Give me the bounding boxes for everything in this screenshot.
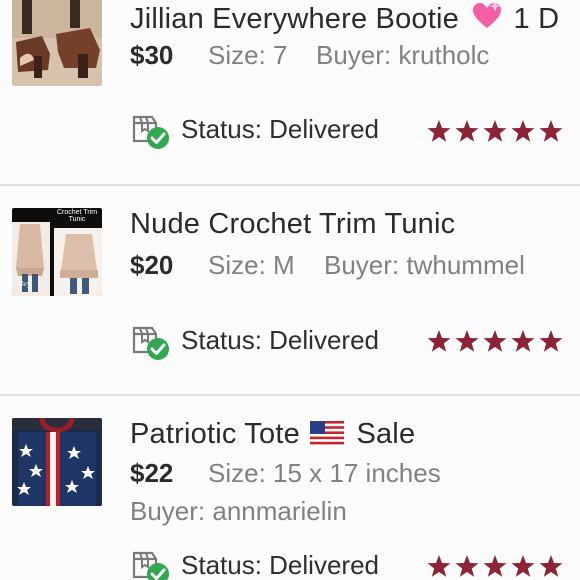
status-text: Status: Delivered <box>181 549 379 580</box>
star-icon <box>455 330 479 352</box>
listing-buyer: Buyer: krutholc <box>316 40 490 70</box>
listing-thumbnail-bootie[interactable] <box>12 0 102 86</box>
star-icon <box>483 555 507 577</box>
listing-buyer: Buyer: annmarielin <box>130 496 347 526</box>
star-icon <box>455 120 479 142</box>
delivered-package-icon <box>132 551 169 580</box>
listing-row[interactable]: Patriotic Tote Sale $22 Size: 15 x 17 in… <box>0 394 580 580</box>
listing-buyer: Buyer: twhummel <box>324 250 525 280</box>
svg-text:Hey: Hey <box>17 281 31 288</box>
listing-thumbnail-tote[interactable] <box>12 418 102 506</box>
status-text: Status: Delivered <box>181 324 379 355</box>
star-icon <box>455 555 479 577</box>
sold-listings: Jillian Everywhere Bootie 1 D $30 Size: … <box>0 0 580 580</box>
star-icon <box>483 330 507 352</box>
order-status: Status: Delivered <box>130 320 379 360</box>
listing-title[interactable]: Nude Crochet Trim Tunic <box>130 208 455 241</box>
star-icon <box>427 555 451 577</box>
star-icon <box>539 330 563 352</box>
order-status: Status: Delivered <box>130 109 379 149</box>
star-icon <box>539 120 563 142</box>
star-icon <box>511 330 535 352</box>
listing-row[interactable]: Hey Crochet Trim Tunic Nude Crochet Trim… <box>0 184 580 396</box>
heart-emoji-icon <box>473 1 502 28</box>
status-text: Status: Delivered <box>181 113 379 144</box>
order-status: Status: Delivered <box>130 545 379 580</box>
star-icon <box>483 120 507 142</box>
delivered-package-icon <box>132 115 169 149</box>
listing-row[interactable]: Jillian Everywhere Bootie 1 D $30 Size: … <box>0 0 580 186</box>
delivered-package-icon <box>132 326 169 360</box>
thumbnail-caption: Crochet Trim Tunic <box>56 209 98 223</box>
star-icon <box>511 120 535 142</box>
listing-price: $22 <box>130 458 174 488</box>
listing-size: Size: 15 x 17 inches <box>208 458 441 488</box>
us-flag-emoji-icon <box>310 421 345 445</box>
star-icon <box>539 555 563 577</box>
rating-stars <box>427 554 563 578</box>
listing-price: $20 <box>130 250 174 280</box>
listing-title[interactable]: Jillian Everywhere Bootie 1 D <box>130 0 559 36</box>
rating-stars <box>427 119 563 143</box>
star-icon <box>511 555 535 577</box>
tote-photo-icon <box>12 418 102 506</box>
rating-stars <box>427 329 563 353</box>
listing-size: Size: 7 <box>208 40 288 70</box>
listing-price: $30 <box>130 40 174 70</box>
star-icon <box>427 120 451 142</box>
listing-size: Size: M <box>208 250 295 280</box>
star-icon <box>427 330 451 352</box>
bootie-photo-icon <box>12 0 102 86</box>
listing-thumbnail-tunic[interactable]: Hey Crochet Trim Tunic <box>12 208 102 296</box>
listing-title[interactable]: Patriotic Tote Sale <box>130 418 415 451</box>
